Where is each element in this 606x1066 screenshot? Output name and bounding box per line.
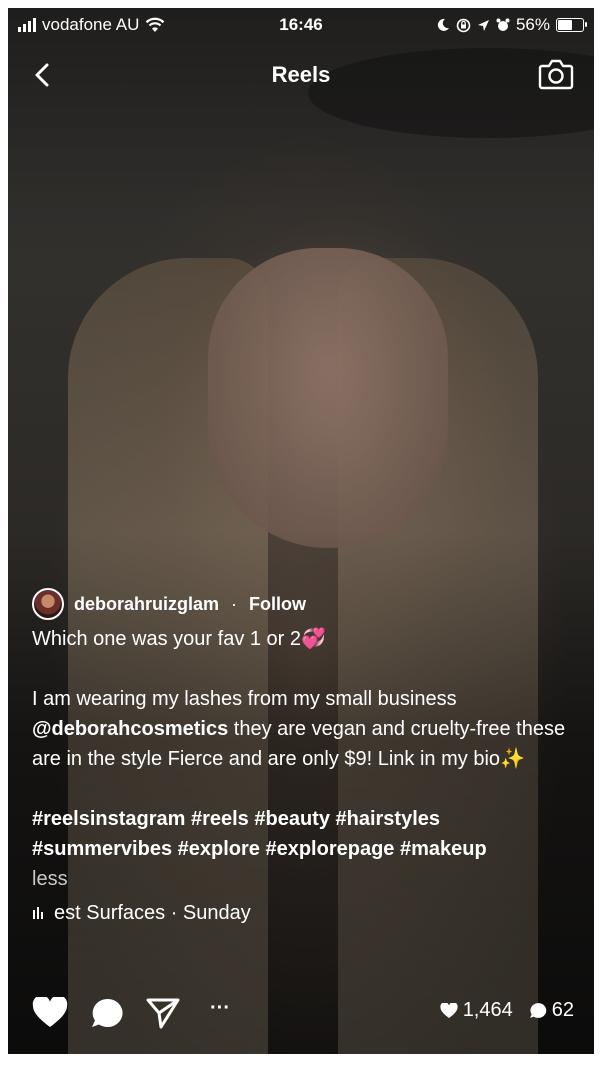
alarm-icon <box>496 18 510 31</box>
caption-line-1: Which one was your fav 1 or 2💞 <box>32 628 326 650</box>
battery-percent: 56% <box>515 15 550 34</box>
less-toggle[interactable]: less <box>32 864 572 894</box>
like-count-value: 1,464 <box>462 999 513 1021</box>
hashtags-line-2[interactable]: #summervibes #explore #explorepage #make… <box>32 834 572 864</box>
action-bar: ··· 1,464 62 <box>28 993 574 1033</box>
caption-text-a: I am wearing my lashes from my small bus… <box>32 688 457 710</box>
audio-info[interactable]: est Surfaces · Sunday <box>32 898 572 928</box>
heart-icon[interactable] <box>32 997 68 1029</box>
like-count: 1,464 <box>440 999 513 1022</box>
mention-link[interactable]: @deborahcosmetics <box>32 718 228 740</box>
moon-icon <box>437 18 449 31</box>
separator-dot: · <box>231 593 238 614</box>
more-options-button[interactable]: ··· <box>210 997 230 1020</box>
author-row: deborahruizglam · Follow <box>32 586 572 622</box>
engagement-counts: 1,464 62 <box>440 999 574 1022</box>
rotation-lock-icon <box>456 18 471 32</box>
caption-paragraph: I am wearing my lashes from my small bus… <box>32 684 572 774</box>
camera-icon[interactable] <box>538 58 574 90</box>
battery-icon <box>556 18 587 32</box>
follow-button[interactable]: Follow <box>249 594 306 615</box>
share-icon[interactable] <box>146 997 180 1029</box>
page-title: Reels <box>271 62 331 87</box>
top-nav: Reels <box>8 52 594 96</box>
phone-screen: vodafone AU 16:46 56% Reels deborahruizg… <box>8 8 594 1054</box>
audio-bars-icon <box>33 907 43 919</box>
location-icon <box>477 19 489 31</box>
avatar[interactable] <box>32 588 64 620</box>
comment-icon[interactable] <box>90 997 124 1029</box>
comment-icon <box>529 1003 546 1018</box>
reel-caption: deborahruizglam · Follow Which one was y… <box>32 586 572 928</box>
comment-count-value: 62 <box>551 999 574 1021</box>
status-bar: vodafone AU 16:46 56% <box>8 8 594 42</box>
hashtags-line-1[interactable]: #reelsinstagram #reels #beauty #hairstyl… <box>32 804 572 834</box>
comment-count: 62 <box>529 999 574 1022</box>
username-link[interactable]: deborahruizglam <box>74 594 219 615</box>
heart-icon <box>440 1002 458 1018</box>
audio-track-label: est Surfaces · Sunday <box>54 902 251 924</box>
